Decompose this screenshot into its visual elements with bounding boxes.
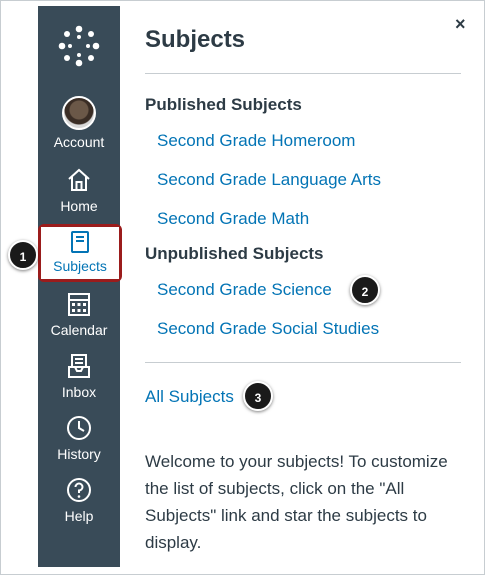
home-icon — [68, 168, 90, 191]
nav-item-label: Home — [60, 198, 98, 214]
calendar-icon — [68, 293, 90, 316]
close-icon[interactable]: × — [455, 14, 466, 35]
avatar — [62, 96, 96, 130]
inbox-icon — [68, 354, 90, 378]
subject-link[interactable]: Second Grade Language Arts — [157, 170, 381, 190]
callout-badge: 1 — [8, 240, 38, 270]
nav-item-home[interactable]: Home — [38, 166, 120, 214]
book-icon — [71, 231, 89, 253]
nav-item-label: Inbox — [61, 384, 97, 400]
nav-item-label: Calendar — [50, 322, 108, 338]
nav-item-label: Subjects — [53, 258, 107, 274]
nav-item-account[interactable]: Account — [38, 96, 120, 150]
nav-item-calendar[interactable]: Calendar — [38, 290, 120, 338]
subject-link[interactable]: Second Grade Social Studies — [157, 319, 379, 339]
callout-badge: 3 — [243, 381, 273, 411]
divider — [145, 73, 461, 74]
nav-item-subjects[interactable]: Subjects — [41, 227, 119, 279]
clock-icon — [67, 416, 91, 440]
subject-link[interactable]: Second Grade Math — [157, 209, 309, 229]
nav-item-inbox[interactable]: Inbox — [38, 352, 120, 400]
nav-item-label: Help — [64, 508, 94, 524]
nav-item-help[interactable]: Help — [38, 476, 120, 524]
divider — [145, 362, 461, 363]
nav-item-history[interactable]: History — [38, 414, 120, 462]
unpublished-heading: Unpublished Subjects — [145, 244, 324, 263]
all-subjects-link[interactable]: All Subjects — [145, 387, 234, 407]
subject-link[interactable]: Second Grade Homeroom — [157, 131, 355, 151]
published-heading: Published Subjects — [145, 95, 302, 114]
help-icon — [67, 478, 91, 502]
nav-item-label: Account — [53, 134, 105, 150]
subject-link[interactable]: Second Grade Science — [157, 280, 332, 300]
welcome-text: Welcome to your subjects! To customize t… — [145, 452, 448, 552]
canvas-logo-icon[interactable] — [57, 24, 101, 68]
callout-badge: 2 — [350, 275, 380, 305]
tray-title: Subjects — [145, 26, 246, 53]
nav-item-label: History — [57, 446, 101, 462]
